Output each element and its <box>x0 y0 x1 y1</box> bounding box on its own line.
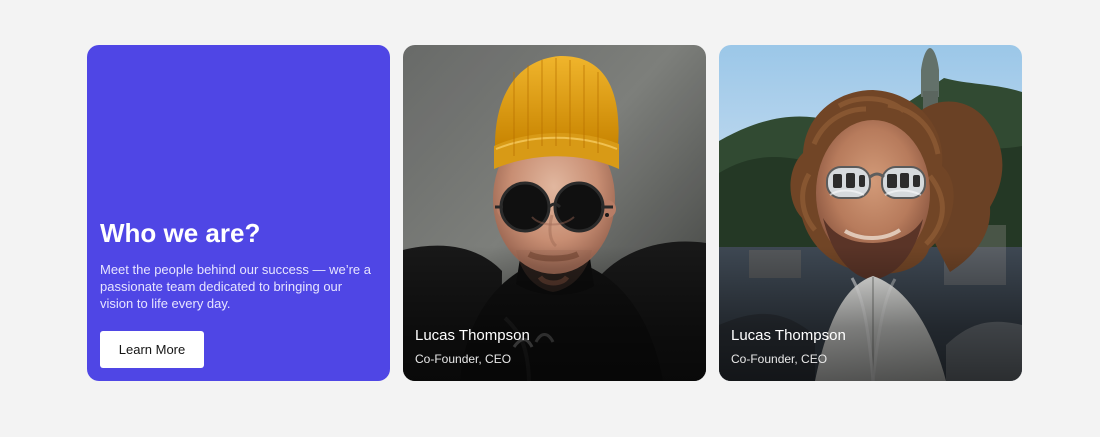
intro-card: Who we are? Meet the people behind our s… <box>87 45 390 381</box>
team-member-info: Lucas Thompson Co-Founder, CEO <box>415 326 530 367</box>
team-member-name: Lucas Thompson <box>731 327 846 344</box>
team-member-card[interactable]: Lucas Thompson Co-Founder, CEO <box>719 45 1022 381</box>
team-member-role: Co-Founder, CEO <box>415 352 512 366</box>
section-title: Who we are? <box>100 218 261 248</box>
team-member-role: Co-Founder, CEO <box>731 352 828 366</box>
team-section: Who we are? Meet the people behind our s… <box>87 45 1022 381</box>
section-description: Meet the people behind our success — we’… <box>100 262 371 311</box>
team-member-card[interactable]: Lucas Thompson Co-Founder, CEO <box>403 45 706 381</box>
team-member-info: Lucas Thompson Co-Founder, CEO <box>731 326 846 367</box>
learn-more-button[interactable]: Learn More <box>100 331 204 368</box>
intro-content: Who we are? Meet the people behind our s… <box>100 217 377 368</box>
team-member-name: Lucas Thompson <box>415 327 530 344</box>
